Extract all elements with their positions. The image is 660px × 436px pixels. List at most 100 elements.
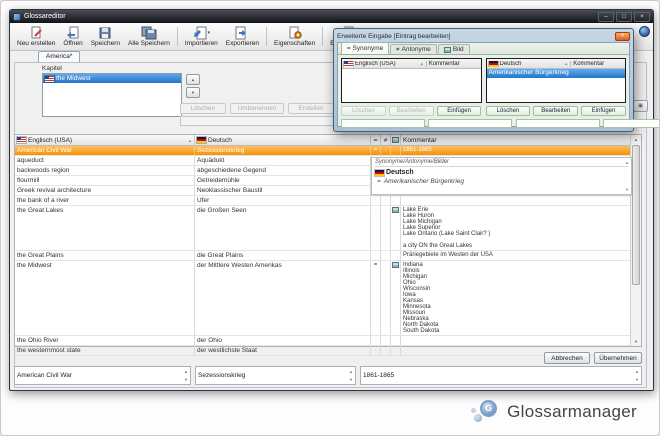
- german-flag-icon: [375, 170, 384, 176]
- dialog-german-bearbeiten-button[interactable]: Bearbeiten: [533, 106, 578, 116]
- german-field-spinner[interactable]: ▲▼: [347, 367, 355, 384]
- kapitel-delete-button[interactable]: Löschen: [180, 103, 226, 114]
- dialog-close-button[interactable]: ×: [615, 32, 630, 41]
- toolbar-button-label: Öffnen: [63, 40, 82, 48]
- dialog-english-l-schen-button[interactable]: Löschen: [341, 106, 386, 116]
- detail-panel-header: Synonyme/Antonyme/Bilder: [375, 159, 628, 167]
- window-controls: – □ ×: [598, 12, 650, 22]
- dialog-panel-german: Deutsch▲KommentarAmerikanischer Bürgerkr…: [486, 58, 627, 103]
- column-header-antonym[interactable]: ≠: [381, 135, 391, 145]
- comment-field-spinner[interactable]: ▲▼: [633, 367, 641, 384]
- minimize-button[interactable]: –: [598, 12, 614, 22]
- dialog-german-term-input[interactable]: [516, 119, 600, 128]
- toolbar-button-alle-speichern[interactable]: Alle Speichern: [124, 24, 174, 49]
- english-field-spinner[interactable]: ▲▼: [182, 367, 190, 384]
- column-header-german[interactable]: Deutsch: [195, 135, 371, 145]
- dialog-german-einf-gen-button[interactable]: Einfügen: [581, 106, 626, 116]
- cell-english: Greek revival architecture: [15, 186, 195, 195]
- dialog-tab-antonyme[interactable]: ≠Antonyme: [390, 44, 437, 54]
- dialog-list-german[interactable]: Amerikanischer Bürgerkrieg: [487, 69, 626, 103]
- dialog-german-l-schen-button[interactable]: Löschen: [486, 106, 531, 116]
- column-header-german-label: Deutsch: [208, 137, 232, 144]
- dialog-list-item[interactable]: Amerikanischer Bürgerkrieg: [487, 69, 626, 78]
- synonym-icon: =: [347, 46, 351, 52]
- scrollbar-up-arrow[interactable]: ▲: [631, 135, 641, 144]
- table-row[interactable]: the bank of a riverUfer···: [15, 196, 641, 206]
- dialog-tab-bild[interactable]: Bild: [438, 44, 470, 54]
- detail-scroll-up-icon[interactable]: ▲: [625, 160, 629, 165]
- toolbar-separator: [177, 27, 178, 46]
- dialog-list-english[interactable]: [342, 69, 481, 103]
- cell-synonym-marker: ·: [371, 251, 381, 260]
- column-header-comment[interactable]: Kommentar: [401, 135, 641, 145]
- dropdown-caret-icon[interactable]: ▾: [208, 30, 211, 36]
- edit-comment-field[interactable]: [360, 366, 642, 385]
- toolbar-button-label: Neu erstellen: [17, 40, 55, 48]
- detail-entry-row: = Amerikanischer Bürgerkrieg: [375, 178, 628, 185]
- cell-image-marker: [391, 206, 401, 250]
- kapitel-rename-button[interactable]: Umbenennen: [230, 103, 284, 114]
- cell-german: Getreidemühle: [195, 176, 371, 185]
- scrollbar-thumb[interactable]: [632, 145, 640, 285]
- cell-german: die Großen Seen: [195, 206, 371, 250]
- close-button[interactable]: ×: [634, 12, 650, 22]
- toolbar-button-exportieren[interactable]: Exportieren: [222, 24, 263, 49]
- toolbar-button-ffnen[interactable]: Öffnen: [59, 24, 86, 49]
- screenshot-frame: Glossareditor – □ × Neu erstellen Öffnen S…: [0, 0, 660, 436]
- cell-image-marker: ·: [391, 196, 401, 205]
- table-row[interactable]: the Ohio Riverder Ohio···: [15, 336, 641, 346]
- toolbar-button-neu-erstellen[interactable]: Neu erstellen: [13, 24, 59, 49]
- new-document-icon: [29, 26, 43, 40]
- cell-german: Sezessionskrieg: [195, 146, 371, 155]
- detail-language-label: Deutsch: [386, 169, 414, 176]
- dialog-german-comment-input[interactable]: [603, 119, 660, 128]
- toolbar-button-icon-row: [288, 25, 302, 40]
- maximize-button[interactable]: □: [616, 12, 632, 22]
- cell-english: the Midwest: [15, 261, 195, 335]
- kapitel-list[interactable]: the Midwest: [42, 73, 182, 117]
- toolbar-button-speichern[interactable]: Speichern: [87, 24, 124, 49]
- scrollbar-down-arrow[interactable]: ▼: [631, 337, 641, 346]
- column-header-english[interactable]: Englisch (USA) ▲: [15, 135, 195, 145]
- app-icon: [13, 13, 21, 21]
- kapitel-list-item[interactable]: the Midwest: [43, 74, 181, 83]
- branding: G Glossarmanager: [471, 399, 637, 425]
- dialog-english-bearbeiten-button[interactable]: Bearbeiten: [389, 106, 434, 116]
- table-row[interactable]: the Midwestder Mittlere Westen Amerikas=…: [15, 261, 641, 336]
- dialog-english-term-input[interactable]: [341, 119, 425, 128]
- dialog-english-comment-input[interactable]: [428, 119, 512, 128]
- edit-english-field[interactable]: [14, 366, 191, 385]
- dialog-panel-header-english: Englisch (USA)▲Kommentar: [342, 59, 481, 69]
- us-flag-icon: [45, 76, 54, 82]
- cell-image-marker: ·: [391, 336, 401, 345]
- cancel-button[interactable]: Abbrechen: [544, 352, 590, 364]
- kapitel-create-button[interactable]: Erstellen: [288, 103, 334, 114]
- tab-america[interactable]: America*: [38, 51, 80, 62]
- open-icon: [66, 26, 80, 40]
- side-panel-toggle-button[interactable]: ▣: [633, 100, 648, 112]
- table-row[interactable]: the Great Lakesdie Großen Seen··Lake Eri…: [15, 206, 641, 251]
- kapitel-move-down-button[interactable]: ▼: [186, 87, 200, 98]
- cell-german: der westlichste Staat: [195, 346, 371, 355]
- table-row[interactable]: the Great Plainsdie Great Plains···Präri…: [15, 251, 641, 261]
- apply-button[interactable]: Übernehmen: [594, 352, 642, 364]
- logo-tiny-circle: [471, 408, 476, 413]
- sort-ascending-icon: ▲: [188, 138, 192, 143]
- table-row[interactable]: American Civil WarSezessionskrieg=··1861…: [15, 146, 641, 156]
- column-header-image[interactable]: [391, 135, 401, 145]
- toolbar-button-importieren[interactable]: ▾Importieren: [181, 24, 222, 49]
- cell-antonym-marker: ·: [381, 206, 391, 250]
- detail-scroll-down-icon[interactable]: ▼: [625, 187, 629, 192]
- kapitel-name-field[interactable]: [180, 116, 334, 126]
- dialog-tab-synonyme[interactable]: =Synonyme: [341, 42, 389, 54]
- window-title: Glossareditor: [24, 13, 66, 20]
- kapitel-move-up-button[interactable]: ▲: [186, 74, 200, 85]
- edit-german-field[interactable]: [195, 366, 356, 385]
- dialog-language-header: Englisch (USA)▲: [342, 61, 426, 67]
- cell-english: the Great Lakes: [15, 206, 195, 250]
- toolbar-button-eigenschaften[interactable]: Eigenschaften: [270, 24, 319, 49]
- help-icon[interactable]: [639, 26, 650, 37]
- dialog-english-einf-gen-button[interactable]: Einfügen: [437, 106, 482, 116]
- cell-antonym-marker: ·: [381, 336, 391, 345]
- column-header-synonym[interactable]: =: [371, 135, 381, 145]
